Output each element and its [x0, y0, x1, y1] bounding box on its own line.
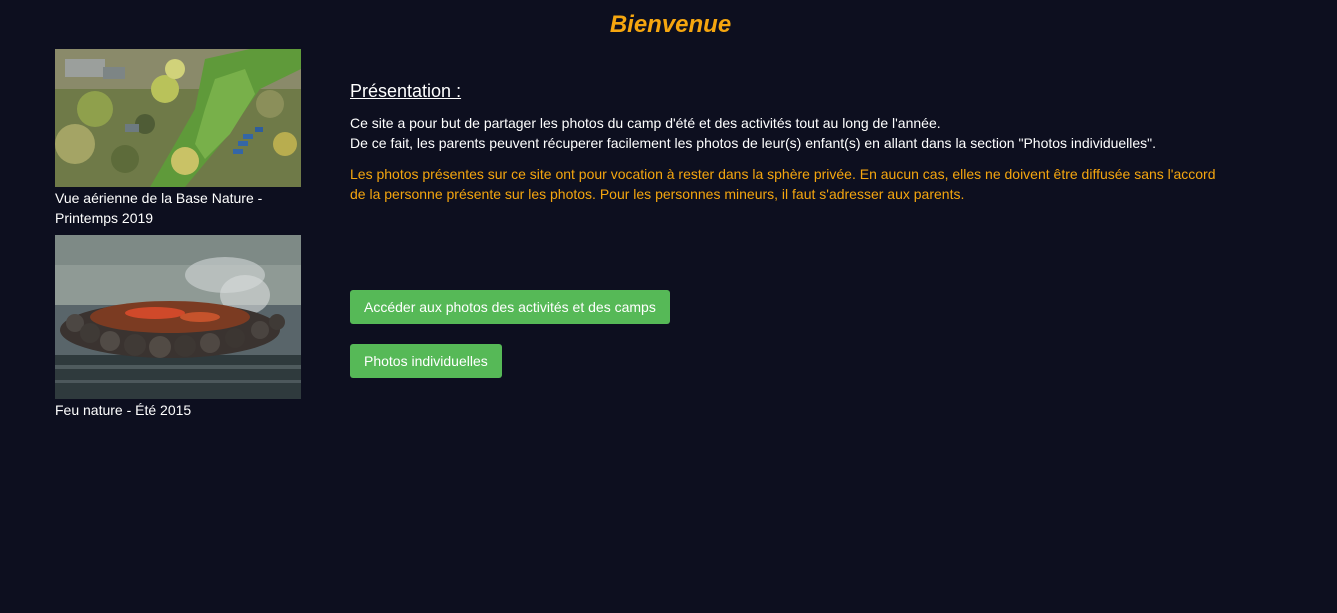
presentation-heading: Présentation :: [350, 81, 462, 101]
page-title: Bienvenue: [609, 11, 732, 38]
individual-photos-button[interactable]: Photos individuelles: [350, 344, 502, 378]
privacy-warning: Les photos présentes sur ce site ont pou…: [350, 166, 1216, 202]
gallery-item-aerial: Vue aérienne de la Base Nature - Printem…: [55, 49, 301, 228]
presentation-line-2: De ce fait, les parents peuvent récupere…: [350, 135, 1157, 151]
fire-photo-caption: Feu nature - Été 2015: [55, 402, 192, 418]
presentation-line-1: Ce site a pour but de partager les photo…: [350, 115, 941, 131]
aerial-photo-caption: Vue aérienne de la Base Nature - Printem…: [55, 190, 263, 226]
gallery-item-fire: Feu nature - Été 2015: [55, 235, 301, 420]
photo-gallery: Vue aérienne de la Base Nature - Printem…: [55, 49, 301, 420]
activities-photos-button[interactable]: Accéder aux photos des activités et des …: [350, 290, 670, 324]
fire-photo[interactable]: [55, 235, 301, 399]
page: Bienvenue Vue aérienne de la Base Nature…: [0, 0, 1337, 613]
presentation-section: Présentation : Ce site a pour but de par…: [350, 78, 1230, 204]
presentation-text: Ce site a pour but de partager les photo…: [350, 113, 1230, 153]
aerial-photo[interactable]: [55, 49, 301, 187]
